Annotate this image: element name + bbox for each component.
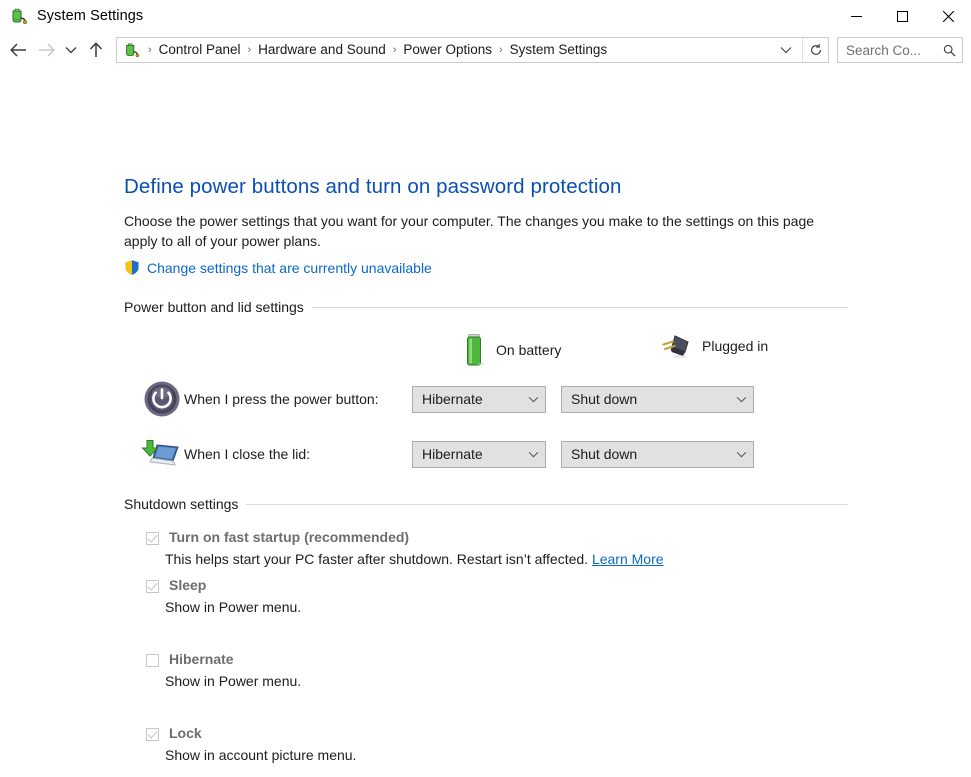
breadcrumb-power-options-icon	[123, 41, 141, 59]
dropdown-value: Hibernate	[422, 446, 483, 462]
chevron-down-icon	[528, 396, 539, 403]
setting-row-power-button: When I press the power button: Hibernate…	[140, 377, 840, 421]
power-section-header: Power button and lid settings	[124, 299, 848, 315]
window-title: System Settings	[37, 8, 144, 24]
dropdown-close-lid-on-battery[interactable]: Hibernate	[412, 440, 546, 468]
up-arrow-icon[interactable]	[82, 36, 110, 64]
checkbox-row-sleep[interactable]: Sleep	[146, 577, 206, 593]
back-arrow-icon[interactable]	[4, 36, 32, 64]
column-label-on-battery: On battery	[496, 342, 562, 358]
navigation-bar: › Control Panel › Hardware and Sound › P…	[0, 32, 971, 68]
maximize-button[interactable]	[879, 0, 925, 32]
laptop-lid-icon	[140, 435, 184, 473]
shutdown-section-title: Shutdown settings	[124, 496, 239, 512]
description-text: This helps start your PC faster after sh…	[165, 551, 592, 567]
setting-label-close-lid: When I close the lid:	[184, 446, 311, 462]
breadcrumb-control-panel[interactable]: Control Panel	[156, 38, 244, 62]
power-section-title: Power button and lid settings	[124, 299, 304, 315]
dropdown-close-lid-plugged-in[interactable]: Shut down	[561, 440, 754, 468]
checkbox-lock[interactable]	[146, 728, 159, 741]
checkbox-row-hibernate[interactable]: Hibernate	[146, 651, 234, 667]
breadcrumb-separator: ›	[498, 44, 503, 56]
chevron-down-icon	[528, 451, 539, 458]
learn-more-link[interactable]: Learn More	[592, 551, 664, 567]
dropdown-value: Hibernate	[422, 391, 483, 407]
column-header-on-battery: On battery	[462, 332, 561, 368]
system-settings-window: System Settings › Control Panel › Hardwa…	[0, 0, 971, 777]
breadcrumb-system-settings[interactable]: System Settings	[507, 38, 611, 62]
close-button[interactable]	[925, 0, 971, 32]
checkbox-fast-startup[interactable]	[146, 532, 159, 545]
battery-icon	[462, 332, 486, 368]
address-chevron-down-icon[interactable]	[770, 46, 802, 54]
power-button-icon	[140, 380, 184, 418]
checkbox-description-lock: Show in account picture menu.	[165, 747, 357, 763]
breadcrumb-separator: ›	[247, 44, 252, 56]
checkbox-row-fast-startup[interactable]: Turn on fast startup (recommended)	[146, 529, 409, 545]
breadcrumb-power-options[interactable]: Power Options	[400, 38, 495, 62]
page-description: Choose the power settings that you want …	[124, 213, 815, 249]
forward-arrow-icon	[32, 36, 60, 64]
dropdown-power-button-on-battery[interactable]: Hibernate	[412, 385, 546, 413]
uac-shield-icon	[124, 259, 140, 276]
shutdown-section-header: Shutdown settings	[124, 496, 848, 512]
checkbox-row-lock[interactable]: Lock	[146, 725, 202, 741]
setting-label-power-button: When I press the power button:	[184, 391, 379, 407]
checkbox-label-fast-startup: Turn on fast startup (recommended)	[169, 529, 410, 545]
checkbox-label-hibernate: Hibernate	[169, 651, 234, 667]
address-bar[interactable]: › Control Panel › Hardware and Sound › P…	[116, 37, 829, 63]
search-input[interactable]: Search Co...	[846, 43, 943, 58]
section-divider	[246, 503, 848, 505]
power-options-icon	[9, 6, 29, 26]
checkbox-description-fast-startup: This helps start your PC faster after sh…	[165, 551, 664, 567]
checkbox-label-lock: Lock	[169, 725, 202, 741]
checkbox-sleep[interactable]	[146, 580, 159, 593]
breadcrumb-separator: ›	[392, 44, 397, 56]
section-divider	[311, 306, 848, 308]
minimize-button[interactable]	[833, 0, 879, 32]
refresh-icon[interactable]	[802, 38, 828, 62]
power-plug-icon	[660, 332, 692, 360]
checkbox-description-hibernate: Show in Power menu.	[165, 673, 302, 689]
breadcrumb-hardware-and-sound[interactable]: Hardware and Sound	[255, 38, 389, 62]
recent-locations-chevron-down-icon[interactable]	[60, 36, 82, 64]
chevron-down-icon	[736, 451, 747, 458]
checkbox-description-sleep: Show in Power menu.	[165, 599, 302, 615]
checkbox-hibernate[interactable]	[146, 654, 159, 667]
change-settings-link[interactable]: Change settings that are currently unava…	[124, 259, 432, 276]
content-area: Define power buttons and turn on passwor…	[0, 68, 971, 777]
page-title: Define power buttons and turn on passwor…	[124, 175, 622, 198]
breadcrumb-separator: ›	[148, 44, 152, 56]
search-icon[interactable]	[943, 44, 956, 57]
column-header-plugged-in: Plugged in	[660, 332, 768, 360]
search-box[interactable]: Search Co...	[837, 37, 963, 63]
window-controls	[833, 0, 971, 32]
checkbox-label-sleep: Sleep	[169, 577, 207, 593]
setting-row-close-lid: When I close the lid: Hibernate Shut dow…	[140, 432, 840, 476]
column-label-plugged-in: Plugged in	[702, 338, 769, 354]
dropdown-value: Shut down	[571, 446, 638, 462]
chevron-down-icon	[736, 396, 747, 403]
title-bar: System Settings	[0, 0, 971, 32]
dropdown-power-button-plugged-in[interactable]: Shut down	[561, 385, 754, 413]
change-settings-link-label[interactable]: Change settings that are currently unava…	[147, 260, 432, 276]
dropdown-value: Shut down	[571, 391, 638, 407]
